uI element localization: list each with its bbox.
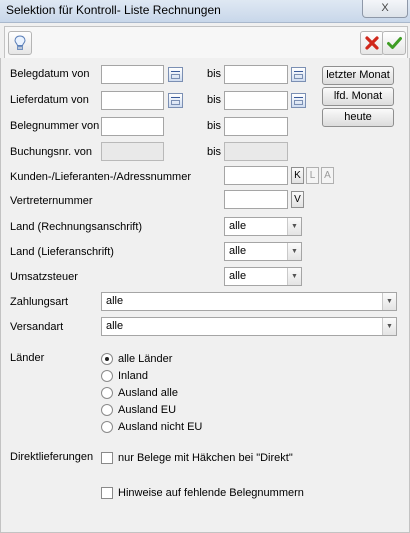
window-title: Selektion für Kontroll- Liste Rechnungen bbox=[6, 3, 221, 17]
calendar-icon[interactable] bbox=[291, 67, 306, 82]
lieferdatum-bis-input[interactable] bbox=[224, 91, 288, 110]
radio-inland[interactable] bbox=[101, 370, 113, 382]
land-liefer-select[interactable]: alle ▼ bbox=[224, 242, 302, 261]
laender-label: Länder bbox=[10, 352, 45, 364]
umsatzsteuer-label: Umsatzsteuer bbox=[10, 271, 78, 283]
kunden-label: Kunden-/Lieferanten-/Adressnummer bbox=[10, 171, 191, 183]
belegnummer-von-input[interactable] bbox=[101, 117, 164, 136]
kunden-l-button[interactable]: L bbox=[306, 167, 319, 184]
bis-label: bis bbox=[207, 146, 222, 158]
toolbar bbox=[4, 26, 408, 60]
hint-button[interactable] bbox=[8, 31, 32, 55]
direkt-checkbox-label: nur Belege mit Häkchen bei "Direkt" bbox=[118, 452, 293, 464]
window-close-button[interactable]: X bbox=[362, 0, 408, 18]
chevron-down-icon: ▼ bbox=[382, 293, 396, 310]
red-x-icon bbox=[365, 36, 379, 50]
direktlieferungen-label: Direktlieferungen bbox=[10, 451, 94, 463]
bis-label: bis bbox=[207, 68, 222, 80]
land-rechnung-select[interactable]: alle ▼ bbox=[224, 217, 302, 236]
umsatzsteuer-select[interactable]: alle ▼ bbox=[224, 267, 302, 286]
bis-label: bis bbox=[207, 120, 222, 132]
vertreter-v-button[interactable]: V bbox=[291, 191, 304, 208]
chevron-down-icon: ▼ bbox=[287, 268, 301, 285]
versandart-select[interactable]: alle ▼ bbox=[101, 317, 397, 336]
versandart-label: Versandart bbox=[10, 321, 64, 333]
radio-label: alle Länder bbox=[118, 353, 173, 365]
land-rechnung-value: alle bbox=[229, 220, 247, 232]
kunden-input[interactable] bbox=[224, 166, 288, 185]
buchungsnr-label: Buchungsnr. von bbox=[10, 146, 92, 158]
kunden-k-button[interactable]: K bbox=[291, 167, 304, 184]
land-liefer-value: alle bbox=[229, 245, 247, 257]
belegdatum-label: Belegdatum von bbox=[10, 68, 90, 80]
radio-ausland-eu[interactable] bbox=[101, 404, 113, 416]
radio-ausland-nicht-eu[interactable] bbox=[101, 421, 113, 433]
belegdatum-bis-input[interactable] bbox=[224, 65, 288, 84]
lightbulb-icon bbox=[14, 35, 26, 50]
direkt-checkbox[interactable] bbox=[101, 452, 113, 464]
cancel-button[interactable] bbox=[360, 31, 384, 55]
chevron-down-icon: ▼ bbox=[287, 218, 301, 235]
radio-ausland-alle[interactable] bbox=[101, 387, 113, 399]
chevron-down-icon: ▼ bbox=[382, 318, 396, 335]
buchungsnr-bis-input bbox=[224, 142, 288, 161]
calendar-icon[interactable] bbox=[168, 93, 183, 108]
radio-label: Inland bbox=[118, 370, 148, 382]
lieferdatum-label: Lieferdatum von bbox=[10, 94, 89, 106]
ok-button[interactable] bbox=[382, 31, 406, 55]
buchungsnr-von-input bbox=[101, 142, 164, 161]
zahlungsart-value: alle bbox=[106, 295, 124, 307]
zahlungsart-select[interactable]: alle ▼ bbox=[101, 292, 397, 311]
radio-label: Ausland alle bbox=[118, 387, 178, 399]
green-check-icon bbox=[386, 37, 402, 49]
lfd-monat-button[interactable]: lfd. Monat bbox=[322, 87, 394, 106]
bis-label: bis bbox=[207, 94, 222, 106]
lieferdatum-von-input[interactable] bbox=[101, 91, 164, 110]
radio-alle-laender[interactable] bbox=[101, 353, 113, 365]
versandart-value: alle bbox=[106, 320, 124, 332]
title-bar: Selektion für Kontroll- Liste Rechnungen… bbox=[0, 0, 410, 23]
radio-label: Ausland EU bbox=[118, 404, 177, 416]
hinweise-checkbox[interactable] bbox=[101, 487, 113, 499]
belegnummer-bis-input[interactable] bbox=[224, 117, 288, 136]
vertreter-input[interactable] bbox=[224, 190, 288, 209]
hinweise-checkbox-label: Hinweise auf fehlende Belegnummern bbox=[118, 487, 304, 499]
radio-label: Ausland nicht EU bbox=[118, 421, 203, 433]
belegdatum-von-input[interactable] bbox=[101, 65, 164, 84]
belegnummer-label: Belegnummer von bbox=[10, 120, 100, 132]
chevron-down-icon: ▼ bbox=[287, 243, 301, 260]
land-rechnung-label: Land (Rechnungsanschrift) bbox=[10, 221, 143, 233]
kunden-a-button[interactable]: A bbox=[321, 167, 334, 184]
calendar-icon[interactable] bbox=[291, 93, 306, 108]
letzter-monat-button[interactable]: letzter Monat bbox=[322, 66, 394, 85]
land-liefer-label: Land (Lieferanschrift) bbox=[10, 246, 114, 258]
zahlungsart-label: Zahlungsart bbox=[10, 296, 69, 308]
umsatzsteuer-value: alle bbox=[229, 270, 247, 282]
calendar-icon[interactable] bbox=[168, 67, 183, 82]
vertreter-label: Vertreternummer bbox=[10, 195, 93, 207]
heute-button[interactable]: heute bbox=[322, 108, 394, 127]
